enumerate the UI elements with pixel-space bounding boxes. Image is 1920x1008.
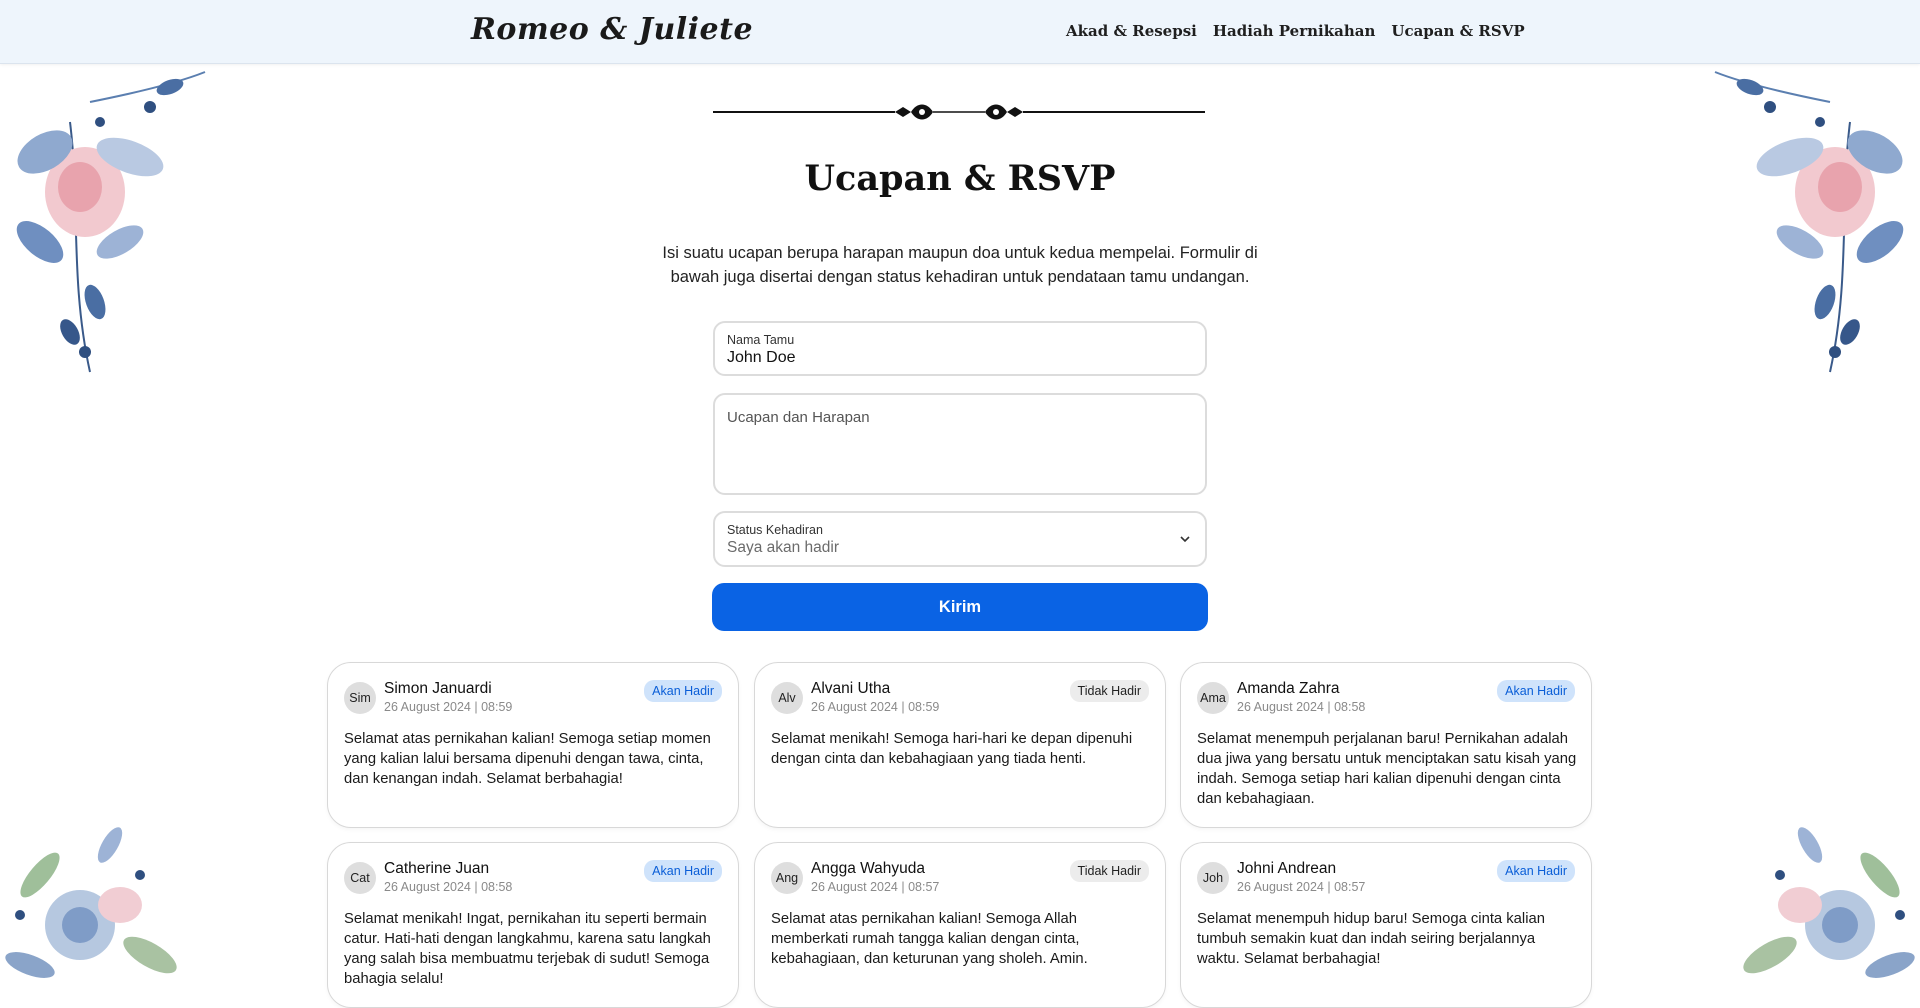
brand-logo[interactable]: Romeo & Juliete <box>471 12 753 47</box>
status-badge: Akan Hadir <box>644 860 722 882</box>
avatar: Ang <box>771 862 803 894</box>
wish-card: Sim Simon Januardi 26 August 2024 | 08:5… <box>327 662 739 828</box>
wish-card: Alv Alvani Utha 26 August 2024 | 08:59 T… <box>754 662 1166 828</box>
status-badge: Akan Hadir <box>1497 680 1575 702</box>
guest-name-label: Nama Tamu <box>727 333 795 347</box>
wish-date: 26 August 2024 | 08:58 <box>384 880 513 894</box>
wish-date: 26 August 2024 | 08:59 <box>384 700 513 714</box>
wish-card: Ama Amanda Zahra 26 August 2024 | 08:58 … <box>1180 662 1592 828</box>
guest-name: Johni Andrean <box>1237 860 1337 877</box>
guest-name-field[interactable]: Nama Tamu John Doe <box>713 321 1207 376</box>
navbar: Romeo & Juliete Akad & Resepsi Hadiah Pe… <box>0 0 1920 64</box>
floral-decoration-bottom-left <box>5 827 177 978</box>
section-description: Isi suatu ucapan berupa harapan maupun d… <box>662 244 1258 286</box>
wish-message: Selamat atas pernikahan kalian! Semoga s… <box>344 731 711 787</box>
floral-decoration-bottom-right <box>1743 827 1915 978</box>
wish-date: 26 August 2024 | 08:57 <box>811 880 940 894</box>
chevron-down-icon[interactable] <box>1179 533 1191 545</box>
avatar: Cat <box>344 862 376 894</box>
guest-name-input[interactable]: John Doe <box>727 349 796 367</box>
guest-name: Angga Wahyuda <box>811 860 926 877</box>
section-title: Ucapan & RSVP <box>804 158 1116 199</box>
wish-message: Selamat menempuh perjalanan baru! Pernik… <box>1197 731 1577 807</box>
wish-message: Selamat atas pernikahan kalian! Semoga A… <box>771 911 1088 967</box>
wish-card: Ang Angga Wahyuda 26 August 2024 | 08:57… <box>754 842 1166 1008</box>
nav-link-ucapan-rsvp[interactable]: Ucapan & RSVP <box>1391 22 1524 40</box>
status-badge: Tidak Hadir <box>1069 860 1149 882</box>
floral-decoration-top-right <box>1714 71 1904 373</box>
attendance-value[interactable]: Saya akan hadir <box>727 539 839 557</box>
status-badge: Akan Hadir <box>1497 860 1575 882</box>
guest-name: Simon Januardi <box>384 680 492 697</box>
attendance-select[interactable]: Status Kehadiran Saya akan hadir <box>713 511 1207 567</box>
wish-message: Selamat menikah! Ingat, pernikahan itu s… <box>344 911 711 987</box>
guest-name: Amanda Zahra <box>1237 680 1340 697</box>
guest-name: Catherine Juan <box>384 860 490 877</box>
ornament-divider <box>713 104 1205 120</box>
wish-message: Selamat menempuh hidup baru! Semoga cint… <box>1197 911 1545 967</box>
wish-card: Cat Catherine Juan 26 August 2024 | 08:5… <box>327 842 739 1008</box>
status-badge: Akan Hadir <box>644 680 722 702</box>
avatar: Joh <box>1197 862 1229 894</box>
wish-card: Joh Johni Andrean 26 August 2024 | 08:57… <box>1180 842 1592 1008</box>
avatar: Sim <box>344 682 376 714</box>
nav-link-akad-resepsi[interactable]: Akad & Resepsi <box>1066 22 1197 40</box>
avatar: Ama <box>1197 682 1229 714</box>
wish-date: 26 August 2024 | 08:57 <box>1237 880 1366 894</box>
avatar: Alv <box>771 682 803 714</box>
wish-date: 26 August 2024 | 08:59 <box>811 700 940 714</box>
attendance-label: Status Kehadiran <box>727 523 823 537</box>
submit-button[interactable]: Kirim <box>712 583 1208 631</box>
message-textarea[interactable]: Ucapan dan Harapan <box>727 409 870 426</box>
wish-message: Selamat menikah! Semoga hari-hari ke dep… <box>771 731 1133 767</box>
message-field[interactable]: Ucapan dan Harapan <box>713 393 1207 495</box>
guest-name: Alvani Utha <box>811 680 891 697</box>
nav-link-hadiah-pernikahan[interactable]: Hadiah Pernikahan <box>1213 22 1376 40</box>
nav-links: Akad & Resepsi Hadiah Pernikahan Ucapan … <box>1066 22 1525 40</box>
wish-date: 26 August 2024 | 08:58 <box>1237 700 1366 714</box>
status-badge: Tidak Hadir <box>1069 680 1149 702</box>
floral-decoration-top-left <box>16 71 206 373</box>
